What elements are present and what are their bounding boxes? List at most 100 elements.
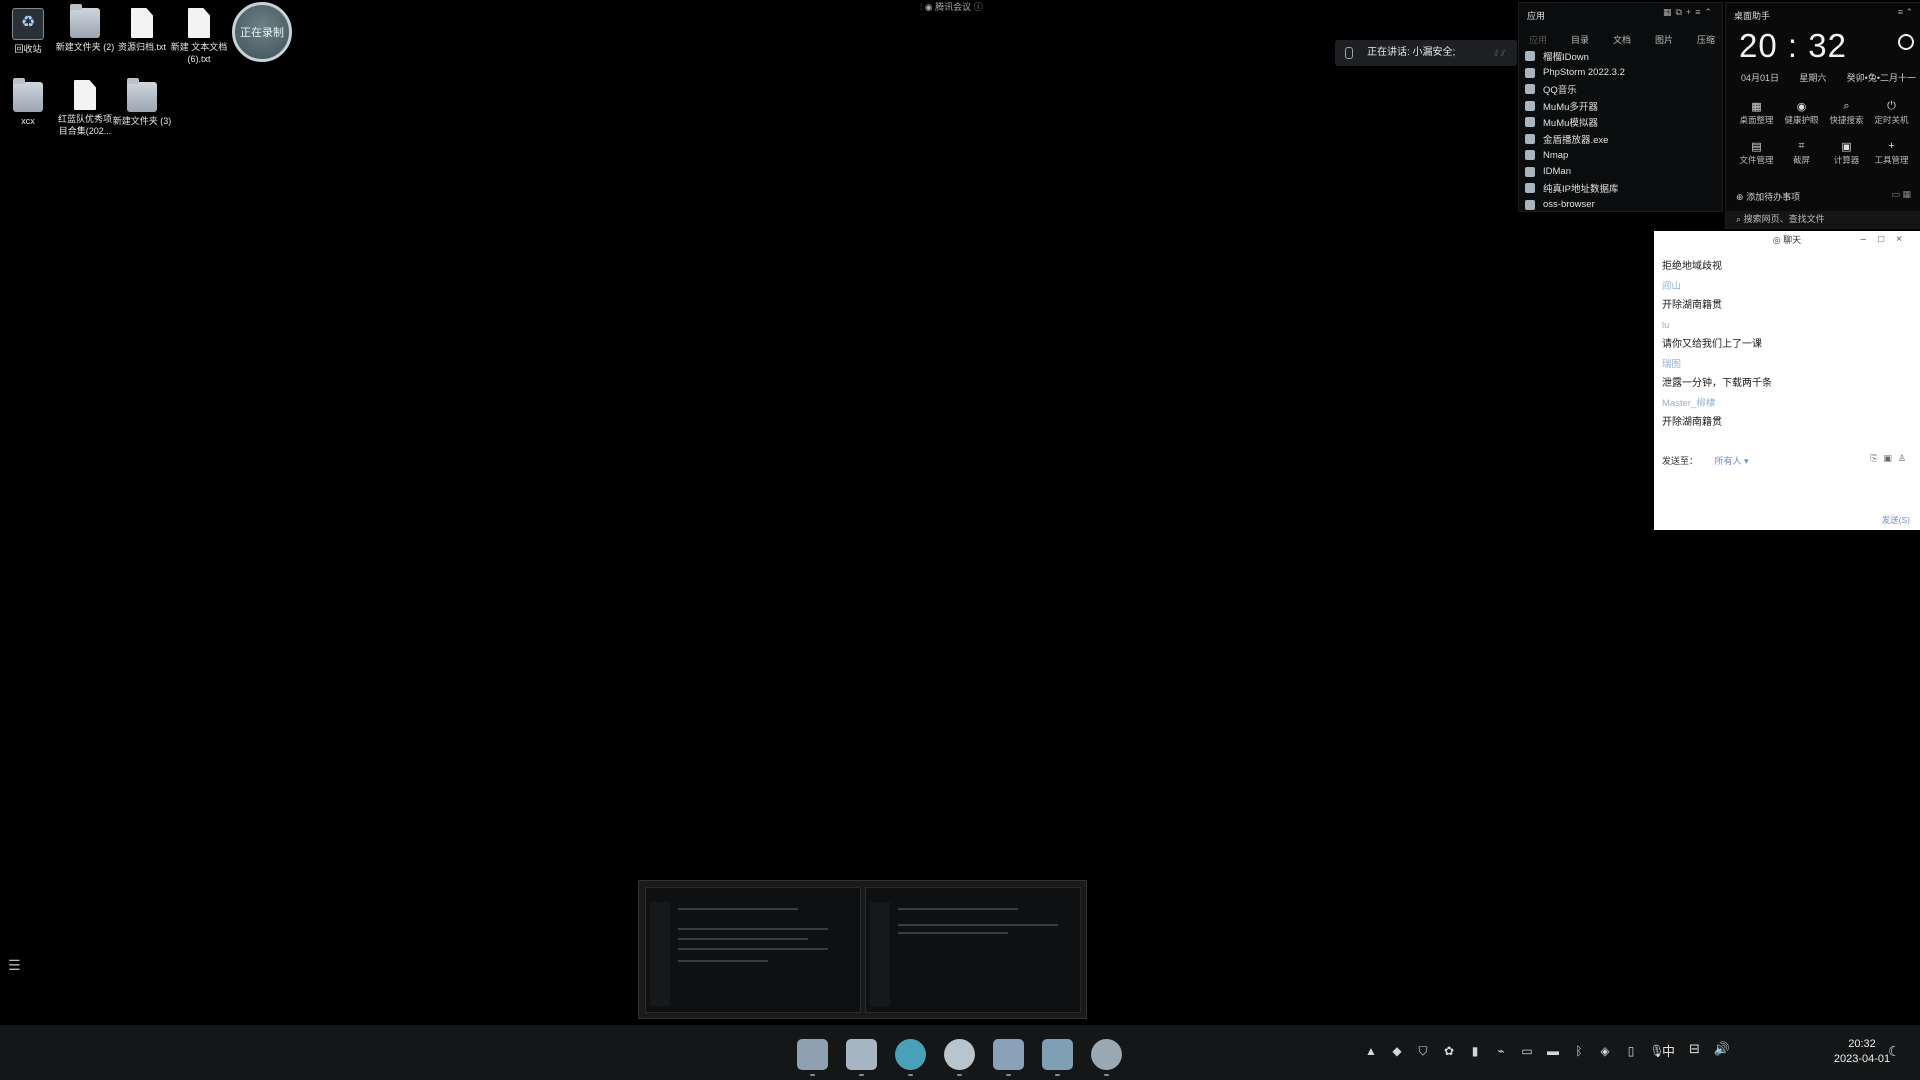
tencent-meeting-icon[interactable] xyxy=(993,1039,1024,1076)
taskbar-clock[interactable]: 20:32 2023-04-01 xyxy=(1832,1037,1892,1067)
monitor-app-icon[interactable] xyxy=(1042,1039,1073,1076)
tray-bird-icon[interactable]: ◆ xyxy=(1389,1043,1405,1059)
tray-meeting-icon[interactable]: ▮ xyxy=(1467,1043,1483,1059)
info-icon[interactable]: ⓘ xyxy=(974,2,983,12)
close-icon[interactable]: × xyxy=(1896,234,1914,245)
tab-archives[interactable]: 压缩 xyxy=(1697,33,1715,46)
desktop-icon-resource-archive[interactable]: 资源归档.txt xyxy=(112,8,172,53)
tab-images[interactable]: 图片 xyxy=(1655,33,1673,46)
list-item[interactable]: Nmap xyxy=(1525,147,1721,164)
clock-date: 04月01日 xyxy=(1741,73,1780,83)
tab-directory[interactable]: 目录 xyxy=(1571,33,1589,46)
network-icon[interactable]: ⊟ xyxy=(1689,1041,1700,1060)
copy-icon[interactable]: ⧉ xyxy=(1675,7,1685,17)
search-icon: ⌕ xyxy=(1736,214,1742,224)
edge-browser-icon[interactable] xyxy=(895,1039,926,1076)
chat-sender-name: 阎山 xyxy=(1662,280,1682,292)
chat-tools[interactable]: ⎘▣♙ xyxy=(1870,453,1912,464)
tool-file-manager[interactable]: ▤ 文件管理 xyxy=(1734,140,1779,166)
text-file-icon xyxy=(188,8,210,38)
collapse-icon[interactable]: ⌃ xyxy=(1704,7,1716,17)
apps-panel-toolbar[interactable]: ▦⧉+≡⌃ xyxy=(1663,7,1716,18)
bluetooth-icon[interactable]: ᛒ xyxy=(1571,1043,1587,1059)
moon-icon[interactable]: ☾ xyxy=(1888,1043,1901,1060)
widget-menu-icon[interactable]: ≡ ⌃ xyxy=(1898,7,1913,18)
desktop-icon-xcx[interactable]: xcx xyxy=(0,78,58,127)
tool-desktop-organize[interactable]: ▦ 桌面整理 xyxy=(1734,100,1779,126)
file-explorer-icon[interactable] xyxy=(846,1039,877,1076)
recipient-dropdown[interactable]: 所有人 ▾ xyxy=(1715,456,1749,466)
tool-timed-shutdown[interactable]: ⏻ 定时关机 xyxy=(1869,100,1914,126)
zip-file-icon xyxy=(74,80,96,110)
list-item[interactable]: 金盾播放器.exe xyxy=(1525,131,1721,148)
list-item[interactable]: 纯真IP地址数据库 xyxy=(1525,180,1721,197)
add-icon[interactable]: + xyxy=(1686,7,1695,17)
send-button[interactable]: 发送(S) xyxy=(1882,514,1910,526)
monitor-icon[interactable]: ▭ xyxy=(1519,1043,1535,1059)
battery-icon[interactable]: ▯ xyxy=(1623,1043,1639,1059)
bookmark-icon[interactable]: ◈ xyxy=(1597,1043,1613,1059)
list-item[interactable]: IDMan xyxy=(1525,164,1721,181)
running-indicator xyxy=(1006,1074,1011,1076)
steam-icon[interactable] xyxy=(1091,1039,1122,1076)
meeting-titlebar[interactable]: ⫶ ◉ 腾讯会议 ⓘ xyxy=(920,0,983,14)
window-controls[interactable]: –□× xyxy=(1861,231,1914,249)
chat-bubble-icon[interactable]: ▬ xyxy=(1545,1043,1561,1059)
list-item[interactable]: QQ音乐 xyxy=(1525,81,1721,98)
app-icon xyxy=(1525,67,1535,78)
tray-app-icon[interactable]: ▲ xyxy=(1363,1043,1379,1059)
user-icon[interactable]: ♙ xyxy=(1898,453,1912,463)
tool-calculator[interactable]: ▣ 计算器 xyxy=(1824,140,1869,166)
recording-badge[interactable]: 正在录制 xyxy=(232,2,292,62)
minimize-icon[interactable]: – xyxy=(1861,234,1879,245)
tab-documents[interactable]: 文档 xyxy=(1613,33,1631,46)
tool-manage[interactable]: + 工具管理 xyxy=(1869,140,1914,166)
chrome-icon[interactable] xyxy=(944,1039,975,1076)
gear-icon[interactable]: ✿ xyxy=(1441,1043,1457,1059)
chat-titlebar[interactable]: ◎ 聊天 –□× xyxy=(1654,231,1920,249)
thumbnail-line xyxy=(678,948,828,950)
tab-apps[interactable]: 应用 xyxy=(1529,33,1547,46)
desktop-icon-folder-3[interactable]: 新建文件夹 (3) xyxy=(112,78,172,127)
ime-indicator[interactable]: 中 xyxy=(1662,1041,1675,1060)
folder-icon xyxy=(127,78,157,112)
tool-eye-care[interactable]: ◉ 健康护眼 xyxy=(1779,100,1824,126)
tool-quick-search[interactable]: ⌕ 快捷搜索 xyxy=(1824,100,1869,126)
todo-actions-icon[interactable]: ▭ ▦ xyxy=(1891,189,1911,200)
list-item[interactable]: 榴榴IDown xyxy=(1525,48,1721,65)
widget-search-input[interactable]: ⌕ 搜索网页、查找文件 xyxy=(1726,211,1920,228)
window-thumbnail[interactable] xyxy=(865,887,1081,1013)
list-menu-icon[interactable]: ☰ xyxy=(8,957,21,974)
desktop-icon-recycle-bin[interactable]: ♻ 回收站 xyxy=(0,8,58,55)
add-todo-button[interactable]: ⊕ 添加待办事项 ▭ ▦ xyxy=(1736,189,1911,203)
chat-message-text: 请你又给我们上了一课 xyxy=(1662,339,1762,350)
clock-weekday: 星期六 xyxy=(1799,73,1827,83)
file-icon[interactable]: ⎘ xyxy=(1870,453,1883,463)
folder-icon xyxy=(13,78,43,112)
volume-icon[interactable]: 🔊 xyxy=(1714,1041,1730,1060)
list-item[interactable]: MuMu多开器 xyxy=(1525,98,1721,115)
maximize-icon[interactable]: □ xyxy=(1878,234,1896,245)
apps-panel-tabs: 应用 目录 文档 图片 压缩 xyxy=(1529,33,1715,46)
desktop-icon-label: 红蓝队优秀项目合集(202... xyxy=(57,114,112,136)
screenshot-icon[interactable]: ▣ xyxy=(1883,453,1898,463)
chat-window: ◎ 聊天 –□× 拒绝地域歧视 阎山 开除湖南籍贯 lu 请你又给我们上了一课 … xyxy=(1654,231,1920,530)
window-thumbnail[interactable] xyxy=(645,887,861,1013)
desktop-icon-folder-2[interactable]: 新建文件夹 (2) xyxy=(55,4,115,53)
app-label: MuMu模拟器 xyxy=(1543,118,1598,130)
grid-icon: ▦ xyxy=(1751,101,1762,113)
list-item[interactable]: MuMu模拟器 xyxy=(1525,114,1721,131)
start-button[interactable] xyxy=(797,1039,828,1076)
desktop-icon-text-doc-6[interactable]: 新建 文本文档 (6).txt xyxy=(169,8,229,65)
shield-icon[interactable]: ⛉ xyxy=(1415,1043,1431,1059)
desktop-icon-redblue-collection[interactable]: 红蓝队优秀项目合集(202... xyxy=(55,80,115,137)
tray-feather-icon[interactable]: ⌁ xyxy=(1493,1043,1509,1059)
list-item[interactable]: PhpStorm 2022.3.2 xyxy=(1525,65,1721,82)
desktop-icon-label: 新建文件夹 (2) xyxy=(55,42,115,52)
system-tray: ▲ ◆ ⛉ ✿ ▮ ⌁ ▭ ▬ ᛒ ◈ ▯ 🎙 xyxy=(1363,1043,1665,1059)
running-indicator xyxy=(957,1074,962,1076)
grid-view-icon[interactable]: ▦ xyxy=(1663,7,1676,17)
recycle-bin-icon: ♻ xyxy=(12,8,44,40)
tool-screenshot[interactable]: ⌗ 截屏 xyxy=(1779,140,1824,166)
list-item[interactable]: oss-browser xyxy=(1525,197,1721,214)
